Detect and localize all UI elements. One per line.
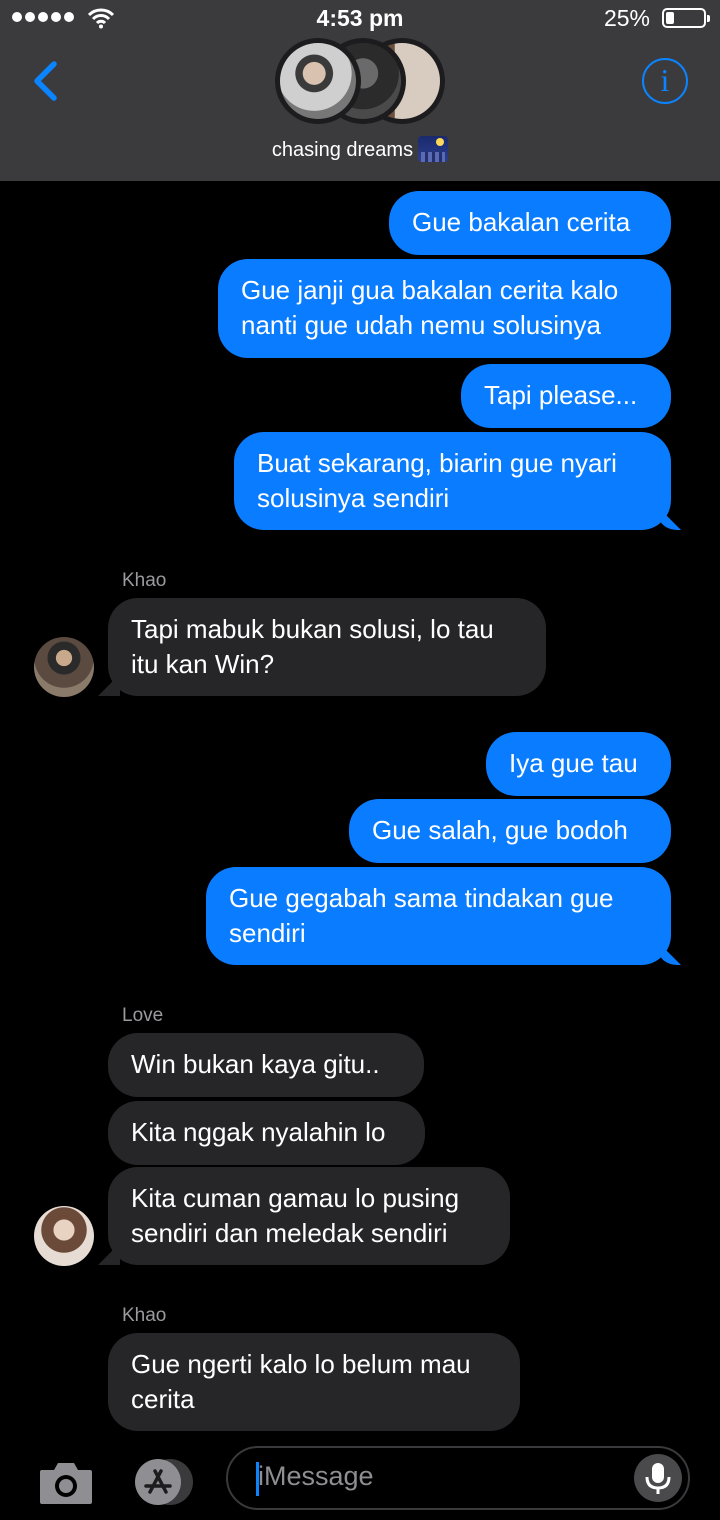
group-avatar — [275, 38, 361, 124]
avatar[interactable] — [34, 637, 94, 697]
outgoing-message[interactable]: Iya gue tau — [486, 732, 671, 796]
app-store-icon[interactable] — [130, 1458, 196, 1506]
sender-name: Khao — [122, 1305, 167, 1326]
outgoing-message[interactable]: Gue bakalan cerita — [389, 191, 671, 255]
message-placeholder: iMessage — [258, 1461, 374, 1491]
microphone-icon[interactable] — [634, 1454, 682, 1502]
night-stars-emoji — [418, 136, 449, 162]
camera-icon[interactable] — [38, 1458, 94, 1506]
battery-percent: 25% — [603, 5, 650, 31]
incoming-message[interactable]: Win bukan kaya gitu.. — [108, 1033, 424, 1097]
message-input[interactable]: iMessage — [226, 1446, 690, 1510]
group-name: chasing dreams — [271, 139, 414, 161]
group-avatars[interactable] — [275, 38, 445, 124]
incoming-message[interactable]: Tapi mabuk bukan solusi, lo tau itu kan … — [108, 598, 546, 696]
group-name-row[interactable]: chasing dreams — [0, 136, 720, 162]
back-chevron-icon[interactable] — [28, 58, 64, 104]
input-bar: iMessage — [0, 1440, 720, 1520]
sender-name: Khao — [122, 570, 167, 591]
outgoing-message[interactable]: Tapi please... — [461, 364, 671, 428]
battery-icon — [662, 8, 710, 28]
outgoing-message[interactable]: Gue salah, gue bodoh — [349, 799, 671, 863]
incoming-message[interactable]: Kita cuman gamau lo pusing sendiri dan m… — [108, 1167, 510, 1265]
outgoing-message[interactable]: Gue janji gua bakalan cerita kalo nanti … — [218, 259, 671, 358]
sender-name: Love — [122, 1005, 164, 1026]
avatar[interactable] — [34, 1206, 94, 1266]
status-bar: 4:53 pm 25% — [0, 0, 720, 36]
outgoing-message[interactable]: Buat sekarang, biarin gue nyari solusiny… — [234, 432, 671, 530]
chat-header: 4:53 pm 25% i chasing dreams — [0, 0, 720, 181]
info-icon[interactable]: i — [642, 58, 688, 104]
incoming-message[interactable]: Gue ngerti kalo lo belum mau cerita — [108, 1333, 520, 1431]
outgoing-message[interactable]: Gue gegabah sama tindakan gue sendiri — [206, 867, 671, 965]
incoming-message[interactable]: Kita nggak nyalahin lo — [108, 1101, 425, 1165]
